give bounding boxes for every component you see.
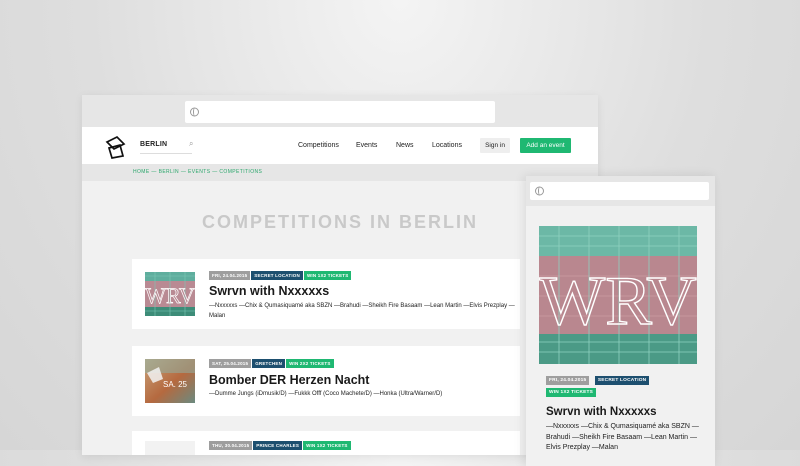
event-tags: FRI, 24.04.2015 SECRET LOCATION WIN 1X2 TI… xyxy=(209,271,352,281)
svg-text:WRV: WRV xyxy=(539,263,697,340)
globe-icon xyxy=(535,186,544,196)
event-tags: FRI, 24.04.2015 SECRET LOCATION WIN 1X2 … xyxy=(546,376,696,400)
tickets-tag[interactable]: WIN 1X2 TICKETS xyxy=(546,388,597,397)
event-card[interactable]: SA. 25 SAT, 25.04.2015 GRETCHEN WIN 2X2 TI… xyxy=(132,346,520,416)
event-thumbnail[interactable]: WRV xyxy=(145,272,195,316)
page-title: COMPETITIONS IN BERLIN xyxy=(201,212,478,232)
svg-text:SA. 25: SA. 25 xyxy=(163,380,188,389)
add-event-button[interactable]: Add an event xyxy=(520,138,571,153)
desktop-browser-window: BERLIN ⌕ Competitions Events News Locati… xyxy=(82,95,598,455)
event-thumbnail[interactable]: SA. 25 xyxy=(145,359,195,403)
address-bar[interactable] xyxy=(185,101,495,123)
sign-in-button[interactable]: Sign in xyxy=(480,138,510,153)
event-title[interactable]: Swrvn with Nxxxxxs xyxy=(546,406,657,418)
search-icon[interactable]: ⌕ xyxy=(189,139,193,149)
event-lineup: —Dumme Jungs (iDmusik/D) —Fukkk Offf (Co… xyxy=(209,391,443,397)
event-title[interactable]: Swrvn with Nxxxxxs xyxy=(209,284,329,298)
location-tag[interactable]: GRETCHEN xyxy=(252,359,286,368)
browser-toolbar xyxy=(82,95,598,127)
tickets-tag[interactable]: WIN 1X2 TICKETS xyxy=(303,441,351,450)
date-tag: FRI, 24.04.2015 xyxy=(546,376,590,385)
date-tag: SAT, 25.04.2015 xyxy=(209,359,252,368)
event-card[interactable]: THU, 30.04.2015 PRINCE CHARLES WIN 1X2 TIC… xyxy=(132,431,520,455)
nav-news[interactable]: News xyxy=(396,142,414,149)
event-lineup: —Nxxxxxs —Chix & Qumasiquamé aka SBZN —B… xyxy=(546,423,699,451)
event-tags: SAT, 25.04.2015 GRETCHEN WIN 2X2 TICKETS xyxy=(209,359,335,369)
location-tag[interactable]: SECRET LOCATION xyxy=(251,271,303,280)
location-tag[interactable]: PRINCE CHARLES xyxy=(253,441,303,450)
date-tag: THU, 30.04.2015 xyxy=(209,441,253,450)
nav-competitions[interactable]: Competitions xyxy=(298,142,339,149)
tickets-tag[interactable]: WIN 2X2 TICKETS xyxy=(286,359,334,368)
location-tag[interactable]: SECRET LOCATION xyxy=(594,376,650,385)
event-lineup: —Nxxxxxs —Chix & Qumasiquamé aka SBZN —B… xyxy=(209,303,515,319)
svg-text:WRV: WRV xyxy=(145,283,195,308)
city-input-underline xyxy=(140,153,192,154)
event-card[interactable]: WRV FRI, 24.04.2015 SECRET LOCATION WIN 1X… xyxy=(132,259,520,329)
event-thumbnail[interactable] xyxy=(145,441,195,455)
event-image[interactable]: WRV xyxy=(539,226,697,364)
site-header: BERLIN ⌕ Competitions Events News Locati… xyxy=(82,127,598,164)
breadcrumb-bar: HOME — BERLIN — EVENTS — COMPETITIONS xyxy=(82,164,598,181)
tickets-tag[interactable]: WIN 1X2 TICKETS xyxy=(303,271,352,280)
globe-icon xyxy=(190,107,199,117)
site-logo-icon[interactable] xyxy=(104,135,128,159)
event-title[interactable]: Bomber DER Herzen Nacht xyxy=(209,373,369,387)
breadcrumb[interactable]: HOME — BERLIN — EVENTS — COMPETITIONS xyxy=(133,169,262,175)
date-tag: FRI, 24.04.2015 xyxy=(209,271,251,280)
browser-toolbar xyxy=(526,176,715,206)
address-bar[interactable] xyxy=(530,182,709,200)
nav-locations[interactable]: Locations xyxy=(432,142,462,149)
nav-events[interactable]: Events xyxy=(356,142,377,149)
city-selector[interactable]: BERLIN xyxy=(140,141,167,148)
mobile-browser-window: WRV FRI, 24.04.2015 SECRET LOCATION WIN … xyxy=(526,176,715,466)
